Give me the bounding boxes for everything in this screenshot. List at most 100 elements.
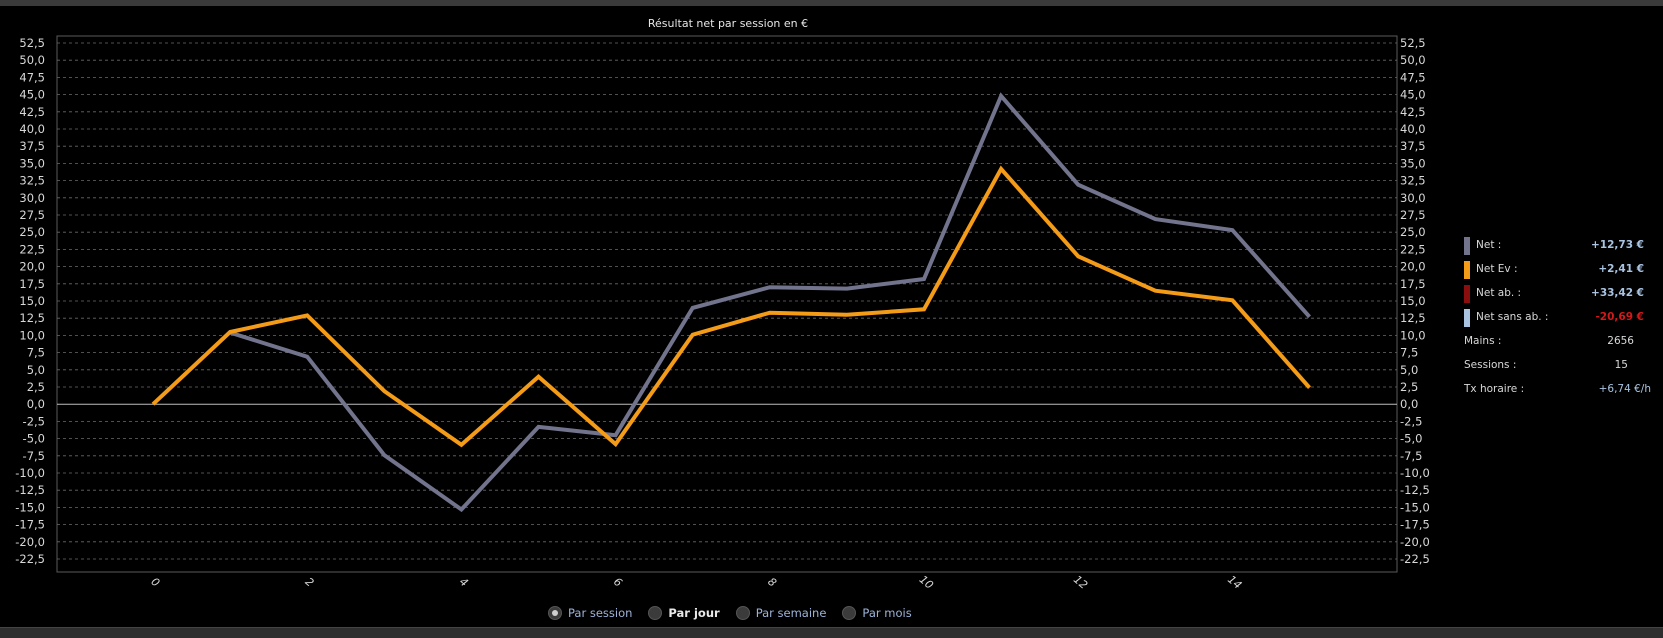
legend-item-net-ab[interactable]: Net ab. : +33,42 € xyxy=(1464,284,1656,308)
y-tick-label: 10,0 xyxy=(1400,328,1426,342)
x-tick-label: 14 xyxy=(1225,573,1244,592)
y-tick-label: 0,0 xyxy=(27,397,45,411)
radio-dot-selected-icon xyxy=(548,606,562,620)
stat-label: Mains : xyxy=(1464,335,1502,347)
legend-value: +12,73 € xyxy=(1591,239,1644,251)
y-tick-label: 7,5 xyxy=(1400,346,1418,360)
y-tick-label: 2,5 xyxy=(27,380,45,394)
radio-label: Par session xyxy=(568,606,633,620)
y-tick-label: 35,0 xyxy=(1400,156,1426,170)
series-lines xyxy=(151,92,1311,513)
stat-hands: Mains : 2656 xyxy=(1464,332,1656,356)
y-axis-left: 52,5 50,0 47,5 45,0 42,5 40,0 37,5 35,0 32,5 30,0… xyxy=(15,36,45,566)
y-tick-label: 32,5 xyxy=(1400,174,1426,188)
y-tick-label: 17,5 xyxy=(1400,277,1426,291)
x-tick-label: 0 xyxy=(148,575,162,589)
x-tick-label: 4 xyxy=(457,575,471,589)
grid-lines xyxy=(57,42,1397,560)
y-tick-label: 2,5 xyxy=(1400,380,1418,394)
stat-hourly-rate: Tx horaire : +6,74 €/h xyxy=(1464,380,1656,404)
y-tick-label: -10,0 xyxy=(1400,466,1430,480)
legend-swatch xyxy=(1464,309,1470,327)
radio-label: Par jour xyxy=(668,606,720,620)
legend-label: Net ab. : xyxy=(1476,287,1522,299)
y-tick-label: -17,5 xyxy=(1400,518,1430,532)
legend-item-net[interactable]: Net : +12,73 € xyxy=(1464,236,1656,260)
legend-item-net-sans-ab[interactable]: Net sans ab. : -20,69 € xyxy=(1464,308,1656,332)
y-tick-label: 30,0 xyxy=(1400,191,1426,205)
y-tick-label: 32,5 xyxy=(19,174,45,188)
y-tick-label: 15,0 xyxy=(19,294,45,308)
radio-par-session[interactable]: Par session xyxy=(548,606,632,620)
y-tick-label: 45,0 xyxy=(19,88,45,102)
legend-value: +2,41 € xyxy=(1598,263,1644,275)
y-tick-label: 42,5 xyxy=(19,105,45,119)
net-result-chart: Résultat net par session en € 52,550,047… xyxy=(15,17,1430,592)
radio-par-semaine[interactable]: Par semaine xyxy=(735,606,827,620)
y-tick-label: -5,0 xyxy=(23,432,45,446)
y-tick-label: 27,5 xyxy=(1400,208,1426,222)
y-tick-label: -15,0 xyxy=(15,500,45,514)
y-tick-label: 47,5 xyxy=(19,70,45,84)
y-tick-label: -20,0 xyxy=(1400,535,1430,549)
legend-swatch xyxy=(1464,285,1470,303)
legend-panel: Net : +12,73 € Net Ev : +2,41 € Net ab. … xyxy=(1464,236,1656,404)
stat-value: 2656 xyxy=(1607,335,1634,347)
y-tick-label: 52,5 xyxy=(19,36,45,50)
radio-dot-icon xyxy=(735,606,750,620)
radio-dot-icon xyxy=(842,606,857,620)
y-tick-label: 25,0 xyxy=(1400,225,1426,239)
window-bottom-border xyxy=(0,627,1663,638)
y-tick-label: 5,0 xyxy=(1400,363,1418,377)
stat-value: +6,74 €/h xyxy=(1598,383,1651,395)
y-tick-label: -22,5 xyxy=(1400,552,1430,566)
chart-title: Résultat net par session en € xyxy=(648,17,808,30)
y-tick-label: 42,5 xyxy=(1400,105,1426,119)
y-tick-label: 20,0 xyxy=(19,260,45,274)
y-tick-label: 35,0 xyxy=(19,156,45,170)
plot-area xyxy=(56,35,1398,573)
x-tick-label: 2 xyxy=(303,575,317,589)
y-tick-label: 22,5 xyxy=(1400,242,1426,256)
stat-sessions: Sessions : 15 xyxy=(1464,356,1656,380)
x-tick-label: 6 xyxy=(611,575,625,589)
legend-label: Net sans ab. : xyxy=(1476,311,1549,323)
series-line-net xyxy=(229,92,1311,513)
radio-par-jour[interactable]: Par jour xyxy=(648,606,720,620)
y-tick-label: 7,5 xyxy=(27,346,45,360)
y-tick-label: -7,5 xyxy=(23,449,45,463)
y-tick-label: 40,0 xyxy=(19,122,45,136)
x-tick-label: 12 xyxy=(1071,573,1090,592)
y-tick-label: 12,5 xyxy=(1400,311,1426,325)
y-tick-label: 47,5 xyxy=(1400,70,1426,84)
y-tick-label: 22,5 xyxy=(19,242,45,256)
x-tick-label: 10 xyxy=(917,573,936,592)
y-tick-label: 17,5 xyxy=(19,277,45,291)
radio-par-mois[interactable]: Par mois xyxy=(842,606,912,620)
y-tick-label: -17,5 xyxy=(15,518,45,532)
legend-swatch xyxy=(1464,237,1470,255)
legend-label: Net : xyxy=(1476,239,1502,251)
y-tick-label: -12,5 xyxy=(1400,483,1430,497)
y-tick-label: 20,0 xyxy=(1400,260,1426,274)
legend-value: +33,42 € xyxy=(1591,287,1644,299)
y-tick-label: 15,0 xyxy=(1400,294,1426,308)
y-tick-label: 52,5 xyxy=(1400,36,1426,50)
y-tick-label: -20,0 xyxy=(15,535,45,549)
y-tick-label: -2,5 xyxy=(23,414,45,428)
legend-swatch xyxy=(1464,261,1470,279)
y-axis-right: 52,5 50,0 47,5 45,0 42,5 40,0 37,5 35,0 32,5 30,0… xyxy=(1400,36,1430,566)
x-tick-label: 8 xyxy=(765,575,779,589)
y-tick-label: 12,5 xyxy=(19,311,45,325)
y-tick-label: -10,0 xyxy=(15,466,45,480)
stat-value: 15 xyxy=(1614,359,1628,371)
y-tick-label: 27,5 xyxy=(19,208,45,222)
y-tick-label: -22,5 xyxy=(15,552,45,566)
radio-label: Par semaine xyxy=(755,606,827,620)
y-tick-label: -15,0 xyxy=(1400,500,1430,514)
y-tick-label: 5,0 xyxy=(27,363,45,377)
y-tick-label: 50,0 xyxy=(19,53,45,67)
y-tick-label: 50,0 xyxy=(1400,53,1426,67)
view-mode-radio-group: Par session Par jour Par semaine Par moi… xyxy=(548,604,928,622)
legend-item-net-ev[interactable]: Net Ev : +2,41 € xyxy=(1464,260,1656,284)
